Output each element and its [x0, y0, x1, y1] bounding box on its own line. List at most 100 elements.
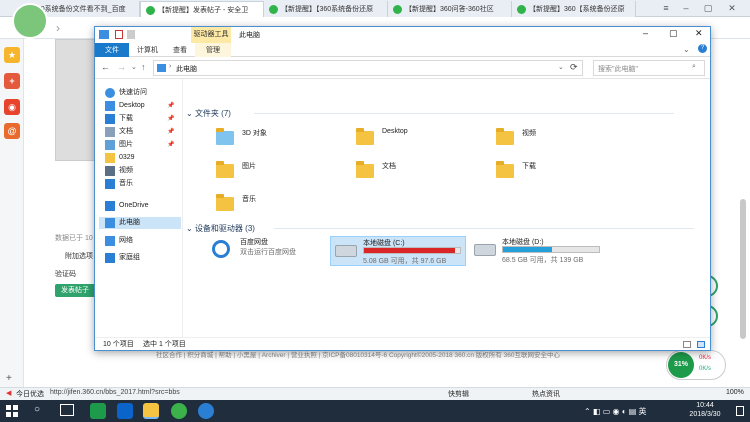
- folder-item[interactable]: 视频: [496, 126, 626, 152]
- avatar[interactable]: [12, 3, 48, 39]
- drive-tools-label: 驱动器工具: [191, 27, 231, 43]
- browser-tab[interactable]: 【新提醒】360问答-360社区: [388, 1, 512, 17]
- folder-item[interactable]: 文档: [356, 159, 486, 185]
- clock-time[interactable]: 10:44: [692, 402, 718, 409]
- browser-tab[interactable]: 【新提醒】【360系统备份还原: [264, 1, 388, 17]
- nav-item[interactable]: 网络: [99, 235, 181, 247]
- 360-safe-icon[interactable]: [90, 403, 106, 419]
- at-icon[interactable]: @: [4, 123, 20, 139]
- tiles-view-icon[interactable]: [697, 341, 705, 348]
- plus-icon[interactable]: +: [4, 73, 20, 89]
- folder-item[interactable]: 下载: [496, 159, 626, 185]
- hot-news-link[interactable]: 热点资讯: [532, 389, 560, 399]
- browser-tab[interactable]: 【新提醒】360【系统备份还原: [512, 1, 636, 17]
- nav-item[interactable]: 音乐: [99, 178, 181, 190]
- breadcrumb[interactable]: 此电脑: [176, 64, 197, 74]
- collapse-icon[interactable]: ⌄: [186, 224, 195, 233]
- search-placeholder[interactable]: 搜索"此电脑": [598, 64, 638, 74]
- search-icon[interactable]: ○: [34, 404, 40, 415]
- collapse-icon[interactable]: ⌄: [186, 109, 195, 118]
- pin-icon[interactable]: 📌: [167, 139, 174, 151]
- nav-item[interactable]: 文档 📌: [99, 126, 181, 138]
- speaker-icon[interactable]: ◀: [6, 389, 11, 397]
- refresh-icon[interactable]: ⟳: [570, 62, 578, 73]
- favorite-star-icon[interactable]: ★: [4, 47, 20, 63]
- clock-date[interactable]: 2018/3/30: [686, 411, 724, 418]
- drive-info: 5.08 GB 可用，共 97.6 GB: [363, 258, 447, 265]
- capacity-bar: [363, 247, 461, 254]
- nav-item[interactable]: 视频: [99, 165, 181, 177]
- close-icon[interactable]: ✕: [695, 28, 703, 39]
- weibo-icon[interactable]: ◉: [4, 99, 20, 115]
- folder-item[interactable]: Desktop: [356, 126, 486, 152]
- nav-item[interactable]: 下载 📌: [99, 113, 181, 125]
- folder-item[interactable]: 音乐: [216, 192, 346, 218]
- nav-item[interactable]: 0329: [99, 152, 181, 164]
- maximize-icon[interactable]: ▢: [702, 2, 714, 14]
- capacity-fill: [503, 247, 552, 252]
- search-box[interactable]: 搜索"此电脑" ⌕: [593, 60, 705, 76]
- nav-item[interactable]: OneDrive: [99, 200, 181, 212]
- task-view-icon[interactable]: [60, 404, 74, 416]
- pin-icon[interactable]: 📌: [167, 100, 174, 112]
- tab-label: 【新提醒】360【系统备份还原: [529, 6, 625, 13]
- up-icon[interactable]: ↑: [141, 62, 146, 72]
- folder-item[interactable]: 3D 对象: [216, 126, 346, 152]
- ribbon-expand-icon[interactable]: ⌄: [683, 45, 690, 54]
- tab-view[interactable]: 查看: [167, 43, 193, 57]
- nav-item[interactable]: 家庭组: [99, 252, 181, 264]
- daily-picks-link[interactable]: 今日优选: [16, 389, 44, 399]
- 360-browser-icon[interactable]: [171, 403, 187, 419]
- pin-icon[interactable]: 📌: [167, 126, 174, 138]
- details-view-icon[interactable]: [683, 341, 691, 348]
- pin-icon[interactable]: 📌: [167, 113, 174, 125]
- folder-item[interactable]: 图片: [216, 159, 346, 185]
- notifications-icon[interactable]: [736, 406, 744, 416]
- drive-item[interactable]: 百度网盘 双击运行百度网盘: [208, 236, 344, 266]
- tray-icons[interactable]: ⌃ ◧ ▭ ◉ ◐ ▤ 英: [584, 406, 647, 417]
- new-folder-icon[interactable]: [127, 30, 135, 39]
- menu-icon[interactable]: ≡: [660, 2, 672, 14]
- document-folder-icon: [356, 161, 374, 178]
- page-scrollbar[interactable]: [740, 199, 746, 339]
- drive-item[interactable]: 本地磁盘 (C:) 5.08 GB 可用，共 97.6 GB: [330, 236, 466, 266]
- submit-post-button[interactable]: 发表帖子: [55, 284, 95, 297]
- back-icon[interactable]: ←: [101, 62, 110, 72]
- tab-file[interactable]: 文件: [95, 43, 129, 57]
- zoom-level[interactable]: 100%: [726, 389, 744, 396]
- minimize-icon[interactable]: –: [680, 2, 692, 14]
- tab-manage[interactable]: 管理: [195, 43, 231, 57]
- nav-item[interactable]: Desktop 📌: [99, 100, 181, 112]
- nav-item[interactable]: 图片 📌: [99, 139, 181, 151]
- group-header[interactable]: ⌄ 文件夹 (7): [186, 108, 231, 119]
- folder-label: 音乐: [242, 196, 256, 203]
- status-url: http://jifen.360.cn/bbs_2017.html?src=bb…: [50, 389, 180, 396]
- group-header[interactable]: ⌄ 设备和驱动器 (3): [186, 223, 255, 234]
- minimize-icon[interactable]: –: [643, 28, 648, 38]
- close-icon[interactable]: ✕: [726, 2, 738, 14]
- cloud-app-icon[interactable]: [198, 403, 214, 419]
- add-sidebar-icon[interactable]: +: [6, 373, 12, 384]
- maximize-icon[interactable]: ▢: [669, 28, 678, 39]
- network-speed-widget[interactable]: 31% 0K/s 0K/s: [666, 350, 726, 380]
- forward-icon[interactable]: →: [117, 62, 126, 72]
- nav-item[interactable]: 此电脑: [99, 217, 181, 229]
- forward-icon[interactable]: ›: [56, 21, 60, 35]
- nav-item[interactable]: 快速访问: [99, 87, 181, 99]
- computer-icon: [157, 64, 166, 72]
- breadcrumb-arrow-icon[interactable]: ›: [169, 63, 171, 70]
- recent-dropdown-icon[interactable]: ⌄: [131, 63, 137, 71]
- file-explorer-icon[interactable]: [143, 403, 159, 419]
- help-icon[interactable]: ?: [698, 44, 707, 53]
- quick-cut-link[interactable]: 快剪辑: [448, 389, 469, 399]
- address-dropdown-icon[interactable]: ⌄: [558, 63, 564, 71]
- drive-item[interactable]: 本地磁盘 (D:) 68.5 GB 可用，共 139 GB: [470, 236, 606, 266]
- start-icon[interactable]: [6, 405, 18, 417]
- address-bar[interactable]: › 此电脑 ⌄ ⟳: [153, 60, 583, 76]
- attach-options-link[interactable]: 附加选项: [65, 251, 93, 261]
- browser-tab[interactable]: 【新提醒】发表帖子 - 安全卫: [140, 1, 264, 17]
- outlook-icon[interactable]: [117, 403, 133, 419]
- properties-icon[interactable]: [115, 30, 123, 39]
- hard-drive-icon: [474, 244, 496, 256]
- tab-computer[interactable]: 计算机: [131, 43, 164, 57]
